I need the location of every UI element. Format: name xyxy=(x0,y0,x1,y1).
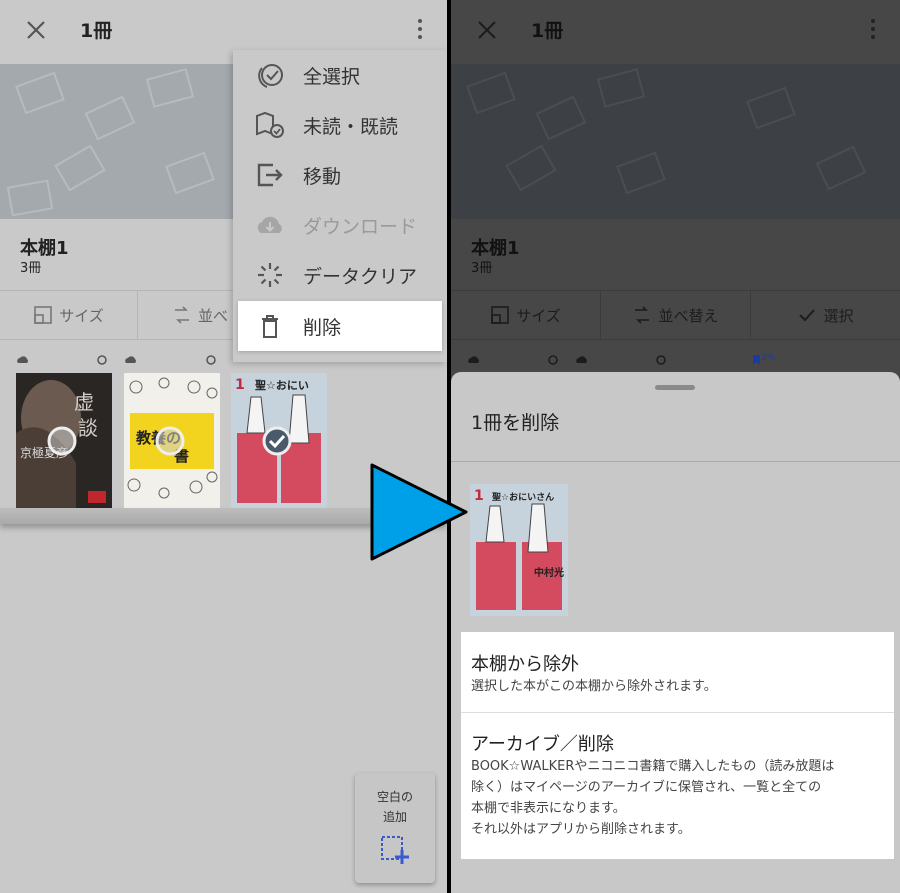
bookmark-icon xyxy=(753,355,760,365)
cloud-download-icon xyxy=(257,216,282,233)
size-label: サイズ xyxy=(516,306,561,325)
option-title: 本棚から除外 xyxy=(471,654,579,675)
data-clear-icon xyxy=(258,263,282,287)
shelf-count: 3冊 xyxy=(471,261,493,276)
archive-delete-option[interactable]: アーカイブ／削除 BOOK☆WALKERやニコニコ書籍で購入したもの（読み放題は… xyxy=(461,713,894,859)
sheet-title: 1冊を削除 xyxy=(471,412,560,434)
more-options-icon[interactable] xyxy=(415,16,425,44)
sheet-drag-handle[interactable] xyxy=(655,385,695,390)
remove-from-shelf-option[interactable]: 本棚から除外 選択した本がこの本棚から除外されます。 xyxy=(461,632,894,712)
book-cover-kyodan[interactable]: 虚 談 京極夏彦 xyxy=(16,373,112,509)
close-icon[interactable] xyxy=(473,16,501,44)
book-cover-saint-young-men[interactable]: 1 聖☆おにい xyxy=(231,373,327,509)
read-status-icon xyxy=(256,111,284,138)
select-button[interactable]: 選択 xyxy=(750,291,900,339)
move-icon xyxy=(257,163,283,187)
right-screen: 1冊 本棚1 3冊 サイズ 並べ替え 選択 3% 1冊を削除 1 聖☆おにいさん… xyxy=(451,0,900,893)
shelf-count: 3冊 xyxy=(20,261,42,276)
check-icon xyxy=(799,309,816,322)
cover-title: 聖☆おにい xyxy=(255,379,309,392)
sheet-divider xyxy=(451,461,900,462)
cloud-icon xyxy=(125,356,136,363)
page-title: 1冊 xyxy=(80,20,113,42)
cover-title: 虚 xyxy=(74,390,94,414)
sort-button[interactable]: 並べ替え xyxy=(600,291,750,339)
book-cover-kyoyou[interactable]: 教養の 書 xyxy=(124,373,220,509)
delete-bottom-sheet: 1冊を削除 1 聖☆おにいさん 中村光 本棚から除外 選択した本がこの本棚から除… xyxy=(451,372,900,893)
left-screen: 1冊 本棚1 3冊 サイズ 並べ 虚 談 京極夏彦 書 1 聖☆おにい 全選択 … xyxy=(0,0,447,893)
svg-text:談: 談 xyxy=(78,416,98,440)
size-label: サイズ xyxy=(59,306,104,325)
sort-label: 並べ xyxy=(198,306,229,325)
option-title: アーカイブ／削除 xyxy=(471,734,614,755)
svg-text:1: 1 xyxy=(474,488,484,504)
menu-item-delete[interactable]: 削除 xyxy=(238,301,442,351)
close-icon[interactable] xyxy=(22,16,50,44)
menu-item-move[interactable]: 移動 xyxy=(233,150,447,200)
shelf-banner xyxy=(451,64,900,219)
size-button[interactable]: サイズ xyxy=(451,291,600,339)
select-all-icon xyxy=(258,64,283,88)
option-description: 選択した本がこの本棚から除外されます。 xyxy=(471,679,717,694)
overflow-menu: 全選択 未読・既読 移動 ダウンロード データクリア 削除 xyxy=(233,50,447,362)
selection-circle-icon xyxy=(47,426,77,456)
status-circle-icon xyxy=(97,355,107,365)
app-bar: 1冊 xyxy=(451,0,900,62)
more-options-icon[interactable] xyxy=(868,16,878,44)
option-description: BOOK☆WALKERやニコニコ書籍で購入したもの（読み放題は 除く）はマイペー… xyxy=(471,759,835,837)
trash-icon xyxy=(262,315,278,338)
size-icon xyxy=(491,306,510,324)
add-blank-label: 空白の 追加 xyxy=(376,790,413,824)
status-circle-icon xyxy=(548,355,558,365)
menu-item-download[interactable]: ダウンロード xyxy=(233,200,447,250)
select-label: 選択 xyxy=(823,306,854,325)
cloud-icon xyxy=(468,356,479,363)
size-icon xyxy=(34,306,53,324)
shelf-toolbar: サイズ 並べ替え 選択 xyxy=(451,290,900,340)
size-button[interactable]: サイズ xyxy=(0,291,137,339)
add-blank-button[interactable]: 空白の 追加 xyxy=(355,773,435,883)
svg-text:1: 1 xyxy=(235,377,245,393)
sort-icon xyxy=(635,306,650,324)
selected-book-thumbnail: 1 聖☆おにいさん 中村光 xyxy=(470,484,568,616)
svg-text:聖☆おにいさん: 聖☆おにいさん xyxy=(492,492,554,503)
menu-item-data-clear[interactable]: データクリア xyxy=(233,250,447,300)
sort-label: 並べ替え xyxy=(658,306,719,325)
status-circle-icon xyxy=(656,355,666,365)
progress-badge: 3% xyxy=(761,353,776,363)
book-meta-row xyxy=(468,355,760,365)
selection-check-icon xyxy=(262,426,292,456)
cloud-icon xyxy=(576,356,587,363)
transition-arrow-icon xyxy=(370,463,468,561)
add-blank-icon xyxy=(381,836,409,864)
menu-item-read-status[interactable]: 未読・既読 xyxy=(233,100,447,150)
selection-circle-icon xyxy=(155,426,185,456)
cloud-icon xyxy=(17,356,28,363)
sort-icon xyxy=(175,306,189,324)
svg-text:中村光: 中村光 xyxy=(534,566,564,579)
menu-item-select-all[interactable]: 全選択 xyxy=(233,50,447,100)
book-meta-row xyxy=(17,355,216,365)
status-circle-icon xyxy=(206,355,216,365)
page-title: 1冊 xyxy=(531,20,564,42)
